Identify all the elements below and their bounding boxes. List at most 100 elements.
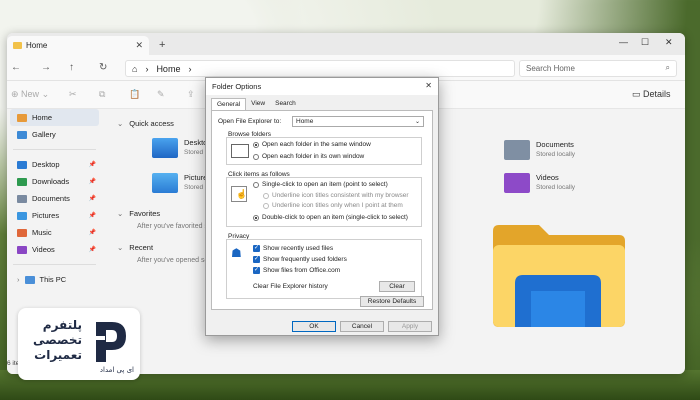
file-name: Videos <box>536 173 559 182</box>
file-location: Stored locally <box>536 184 576 191</box>
tab-view[interactable]: View <box>246 98 270 110</box>
sidebar-item-gallery[interactable]: Gallery <box>7 126 102 143</box>
maximize-button[interactable]: ☐ <box>641 37 649 48</box>
sidebar-item-label: Pictures <box>32 211 60 220</box>
search-input[interactable]: Search Home ⌕ <box>519 60 677 77</box>
breadcrumb-home[interactable]: Home <box>156 64 180 74</box>
checkbox-checked[interactable]: ✓ <box>253 256 260 263</box>
dialog-title-bar: Folder Options ✕ <box>206 78 438 95</box>
sidebar-item-label: This PC <box>39 275 67 284</box>
radio-selected[interactable] <box>253 141 259 148</box>
desktop-icon <box>17 160 27 169</box>
tab-home[interactable]: Home ✕ <box>7 36 149 55</box>
copy-icon[interactable]: ⧉ <box>99 89 105 100</box>
apply-button[interactable]: Apply <box>388 321 432 332</box>
show-office-option[interactable]: ✓ Show files from Office.com <box>253 267 340 274</box>
clear-button[interactable]: Clear <box>379 281 415 292</box>
gallery-icon <box>17 130 27 139</box>
close-window-button[interactable]: ✕ <box>665 37 673 48</box>
sidebar-item-videos[interactable]: Videos 📌 <box>7 241 102 258</box>
pin-icon: 📌 <box>88 162 96 168</box>
show-frequent-option[interactable]: ✓ Show frequently used folders <box>253 256 347 263</box>
videos-icon <box>17 245 27 254</box>
browse-own-option[interactable]: Open each folder in its own window <box>253 153 364 160</box>
refresh-icon[interactable]: ↻ <box>99 62 107 73</box>
sidebar-item-label: Music <box>32 228 52 237</box>
chevron-right-icon: › <box>145 63 149 74</box>
sidebar-item-label: Desktop <box>32 160 60 169</box>
file-item-desktop[interactable]: Desktop Stored <box>152 138 212 158</box>
sidebar-item-downloads[interactable]: Downloads 📌 <box>7 173 102 190</box>
restore-defaults-button[interactable]: Restore Defaults <box>360 296 424 307</box>
radio-disabled[interactable] <box>263 202 269 209</box>
pictures-folder-icon <box>152 173 178 193</box>
privacy-icon: ☗ <box>231 246 242 260</box>
recent-empty-text: After you've opened so <box>137 257 209 264</box>
brand-subtitle: ای پی امداد <box>99 366 134 374</box>
forward-icon[interactable]: → <box>41 62 51 73</box>
radio-disabled[interactable] <box>263 192 269 199</box>
minimize-button[interactable]: — <box>619 37 628 47</box>
favorites-header[interactable]: ⌄ Favorites <box>117 209 160 218</box>
new-tab-button[interactable]: + <box>159 39 165 51</box>
quick-access-header[interactable]: ⌄ Quick access <box>117 119 174 128</box>
tab-search[interactable]: Search <box>270 98 301 110</box>
checkbox-checked[interactable]: ✓ <box>253 267 260 274</box>
paste-icon[interactable]: 📋 <box>129 89 140 100</box>
recent-header[interactable]: ⌄ Recent <box>117 243 153 252</box>
chevron-down-icon: ⌄ <box>117 119 124 128</box>
sidebar-item-pictures[interactable]: Pictures 📌 <box>7 207 102 224</box>
this-pc-icon <box>24 275 35 284</box>
back-icon[interactable]: ← <box>11 62 21 73</box>
open-to-select[interactable]: Home ⌄ <box>292 116 424 127</box>
sidebar-item-music[interactable]: Music 📌 <box>7 224 102 241</box>
favorites-empty-text: After you've favorited s <box>137 223 208 230</box>
underline-browser-option[interactable]: Underline icon titles consistent with my… <box>263 192 409 199</box>
underline-point-option[interactable]: Underline icon titles only when I point … <box>263 202 403 209</box>
double-click-option[interactable]: Double-click to open an item (single-cli… <box>253 214 408 221</box>
divider <box>13 264 96 265</box>
browse-same-option[interactable]: Open each folder in the same window <box>253 141 371 148</box>
new-button[interactable]: ⊕ New ⌄ <box>11 89 49 100</box>
close-icon[interactable]: ✕ <box>425 81 432 90</box>
radio[interactable] <box>253 153 259 160</box>
click-items-group: ☝ Single-click to open an item (point to… <box>226 177 422 227</box>
title-bar: Home ✕ + — ☐ ✕ <box>7 33 685 55</box>
clear-history-label: Clear File Explorer history <box>253 283 328 290</box>
file-item-videos[interactable]: Videos Stored locally <box>504 173 575 193</box>
home-icon <box>13 42 22 49</box>
pin-icon: 📌 <box>88 213 96 219</box>
search-icon: ⌕ <box>665 63 670 72</box>
pin-icon: 📌 <box>88 247 96 253</box>
sidebar-item-this-pc[interactable]: › This PC <box>7 271 102 288</box>
radio[interactable] <box>253 181 259 188</box>
file-item-documents[interactable]: Documents Stored locally <box>504 140 575 160</box>
ok-button[interactable]: OK <box>292 321 336 332</box>
pictures-icon <box>17 211 27 220</box>
videos-folder-icon <box>504 173 530 193</box>
checkbox-checked[interactable]: ✓ <box>253 245 260 252</box>
rename-icon[interactable]: ✎ <box>157 89 165 100</box>
sidebar-item-documents[interactable]: Documents 📌 <box>7 190 102 207</box>
details-button[interactable]: ▭ Details <box>632 89 671 100</box>
home-crumb-icon: ⌂ <box>132 63 138 74</box>
dialog-tabs: General View Search <box>211 98 301 110</box>
up-icon[interactable]: ↑ <box>69 62 74 73</box>
sidebar-item-home[interactable]: Home <box>10 109 99 126</box>
sidebar-item-label: Documents <box>32 194 70 203</box>
show-recent-option[interactable]: ✓ Show recently used files <box>253 245 333 252</box>
share-icon[interactable]: ⇪ <box>187 89 195 100</box>
radio-selected[interactable] <box>253 214 259 221</box>
breadcrumb[interactable]: ⌂ › Home › <box>125 60 515 77</box>
single-click-option[interactable]: Single-click to open an item (point to s… <box>253 181 388 188</box>
close-tab-icon[interactable]: ✕ <box>135 40 143 51</box>
open-to-value: Home <box>296 118 314 125</box>
sidebar-item-desktop[interactable]: Desktop 📌 <box>7 156 102 173</box>
chevron-right-icon: › <box>17 275 20 284</box>
cancel-button[interactable]: Cancel <box>340 321 384 332</box>
file-item-pictures[interactable]: Pictures Stored <box>152 173 211 193</box>
cut-icon[interactable]: ✂ <box>69 89 77 100</box>
tab-general[interactable]: General <box>211 98 247 110</box>
chevron-down-icon: ⌄ <box>414 119 420 125</box>
documents-icon <box>17 194 27 203</box>
